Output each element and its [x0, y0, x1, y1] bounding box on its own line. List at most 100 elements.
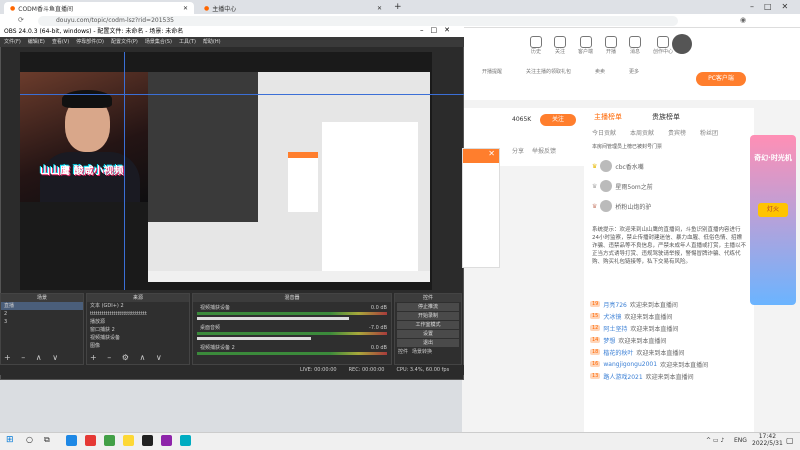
user-avatar[interactable]	[672, 34, 692, 54]
share-button[interactable]: 分享	[512, 146, 524, 155]
menu-view[interactable]: 查看(V)	[52, 37, 69, 47]
menu-profile[interactable]: 配置文件(P)	[111, 37, 138, 47]
category-link[interactable]: 更多	[629, 68, 639, 75]
volume-meter	[197, 332, 387, 335]
exit-button[interactable]: 退出	[397, 339, 459, 347]
nav-history[interactable]: 历史	[530, 36, 542, 55]
taskbar-app-icon[interactable]	[123, 435, 134, 446]
menu-help[interactable]: 帮助(H)	[203, 37, 221, 47]
tab-transitions[interactable]: 场景转换	[412, 348, 432, 355]
notification-icon[interactable]: ▢	[786, 436, 794, 445]
promo-item[interactable]: 灯火	[758, 203, 788, 217]
menu-scene-collection[interactable]: 场景集合(S)	[145, 37, 172, 47]
source-item[interactable]: 视频捕获设备	[87, 334, 189, 342]
taskbar-app-icon[interactable]	[85, 435, 96, 446]
scene-item[interactable]: 直播	[1, 302, 83, 310]
controls-dock: 控件 停止推流 开始录制 工作室模式 设置 退出 控件 场景转换	[394, 293, 462, 365]
tab-anchor-rank[interactable]: 主播榜单	[594, 112, 622, 122]
chat-message: 19 月亮726 欢迎来到本直播间	[590, 301, 678, 309]
source-toolbar[interactable]: + – ⚙ ∧ ∨	[90, 353, 166, 362]
sub-tab[interactable]: 本周贡献	[630, 128, 654, 137]
nav-creator[interactable]: 创作中心	[653, 36, 673, 55]
report-button[interactable]: 举报反馈	[532, 146, 556, 155]
settings-button[interactable]: 设置	[397, 330, 459, 338]
task-view-icon[interactable]: ⧉	[44, 435, 50, 445]
scene-item[interactable]: 2	[1, 310, 83, 318]
scene-toolbar[interactable]: + – ∧ ∨	[4, 353, 62, 362]
obs-preview[interactable]: 山山鹰 酸咸小视频	[20, 52, 432, 290]
obs-window-controls[interactable]: –□✕	[420, 26, 457, 34]
tray-icons[interactable]: ^ ▭ ♪	[706, 437, 724, 444]
source-item[interactable]: 文本 (GDI+) 2	[87, 302, 189, 310]
selection-guide	[20, 94, 464, 95]
source-item[interactable]: 图像	[87, 342, 189, 350]
taskbar-app-icon[interactable]	[104, 435, 115, 446]
start-recording-button[interactable]: 开始录制	[397, 312, 459, 320]
source-item[interactable]: 播放源	[87, 318, 189, 326]
clock[interactable]: 17:42 2022/5/31	[752, 433, 783, 447]
popup-close-icon[interactable]: ✕	[463, 149, 499, 163]
window-controls[interactable]: –□✕	[750, 2, 798, 11]
taskbar-app-icon[interactable]	[180, 435, 191, 446]
source-item[interactable]: 窗口捕获 2	[87, 326, 189, 334]
douyu-top-nav: 历史 关注 客户端 开播 消息 创作中心	[462, 28, 800, 60]
new-tab-button[interactable]: +	[394, 2, 402, 12]
level-badge: 19	[590, 301, 601, 307]
chat-message: 16 wangjigongu2001 欢迎来到本直播间	[590, 360, 709, 369]
menu-file[interactable]: 文件(F)	[4, 37, 21, 47]
nav-messages[interactable]: 消息	[629, 36, 642, 55]
url-input[interactable]: douyu.com/topic/codm-lsz?rid=201535	[38, 16, 678, 26]
scene-item[interactable]: 3	[1, 318, 83, 326]
menu-docks[interactable]: 停靠部件(D)	[76, 37, 104, 47]
tab-noble-rank[interactable]: 贵族榜单	[652, 112, 680, 122]
rank-row[interactable]: ♛ 星雨5om之前	[592, 176, 746, 196]
follow-button[interactable]: 关注	[540, 114, 576, 126]
browser-tab-douyu[interactable]: ● CODM香斗鱼直播间 ✕	[4, 2, 194, 14]
chat-message: 13 路人游戏2021 欢迎来到本直播间	[590, 373, 694, 381]
rank-row[interactable]: ♛ 桥粉山炮的驴	[592, 196, 746, 216]
sub-tab[interactable]: 贵宾榜	[668, 128, 686, 137]
nav-icons: 历史 关注 客户端 开播 消息 创作中心	[530, 36, 673, 55]
source-item[interactable]: ttttttttttttttttttttttttttttt	[87, 310, 189, 318]
webcam-feed	[20, 72, 150, 202]
tab-controls[interactable]: 控件	[398, 348, 408, 355]
rank-row[interactable]: ♛ cbc香水嘴	[592, 156, 746, 176]
obs-menu-bar: 文件(F) 编辑(E) 查看(V) 停靠部件(D) 配置文件(P) 场景集合(S…	[0, 37, 464, 47]
streamer-body	[40, 152, 140, 202]
search-icon[interactable]: ○	[26, 435, 33, 444]
volume-slider[interactable]	[197, 317, 349, 320]
nav-follow[interactable]: 关注	[554, 36, 566, 55]
heart-icon	[554, 36, 566, 48]
rank-list: ♛ cbc香水嘴 ♛ 星雨5om之前 ♛ 桥粉山炮的驴	[584, 154, 754, 218]
sub-tab[interactable]: 今日贡献	[592, 128, 616, 137]
category-link[interactable]: 开播提醒	[482, 68, 502, 75]
menu-edit[interactable]: 编辑(E)	[28, 37, 45, 47]
close-tab-icon[interactable]: ✕	[183, 5, 188, 12]
close-tab-icon[interactable]: ✕	[377, 5, 382, 12]
sub-tab[interactable]: 粉丝团	[700, 128, 718, 137]
menu-tools[interactable]: 工具(T)	[179, 37, 196, 47]
nav-live[interactable]: 开播	[605, 36, 618, 55]
browser-tab-bar: ● CODM香斗鱼直播间 ✕ ● 主播中心 ✕ + –□✕	[0, 0, 800, 14]
browser-tab-anchor-center[interactable]: ● 主播中心 ✕	[198, 2, 388, 14]
taskbar-app-icon[interactable]	[161, 435, 172, 446]
promo-banner[interactable]: 奇幻·时光机 灯火	[750, 135, 796, 305]
volume-meter	[197, 352, 387, 355]
input-language[interactable]: ENG	[734, 437, 747, 444]
volume-slider[interactable]	[197, 337, 311, 340]
studio-mode-button[interactable]: 工作室模式	[397, 321, 459, 329]
profile-avatar-icon[interactable]: ◉	[740, 16, 746, 24]
windows-start-icon[interactable]: ⊞	[6, 435, 14, 445]
nav-client[interactable]: 客户端	[578, 36, 593, 55]
reload-icon[interactable]: ⟳	[18, 16, 24, 24]
category-link[interactable]: 卖卖	[595, 68, 605, 75]
taskbar-app-icon[interactable]	[142, 435, 153, 446]
obs-status-bar: LIVE: 00:00:00 REC: 00:00:00 CPU: 3.4%, …	[0, 365, 464, 375]
mixer-channel: 视频捕获设备 2 0.0 dB	[193, 342, 391, 357]
douyu-favicon-icon: ●	[10, 4, 16, 12]
nested-popup	[288, 152, 318, 212]
taskbar-app-icon[interactable]	[66, 435, 77, 446]
category-link[interactable]: 关注主播的领取礼包	[526, 68, 571, 75]
stop-streaming-button[interactable]: 停止推流	[397, 303, 459, 311]
pc-client-button[interactable]: PC客户端	[696, 72, 746, 86]
